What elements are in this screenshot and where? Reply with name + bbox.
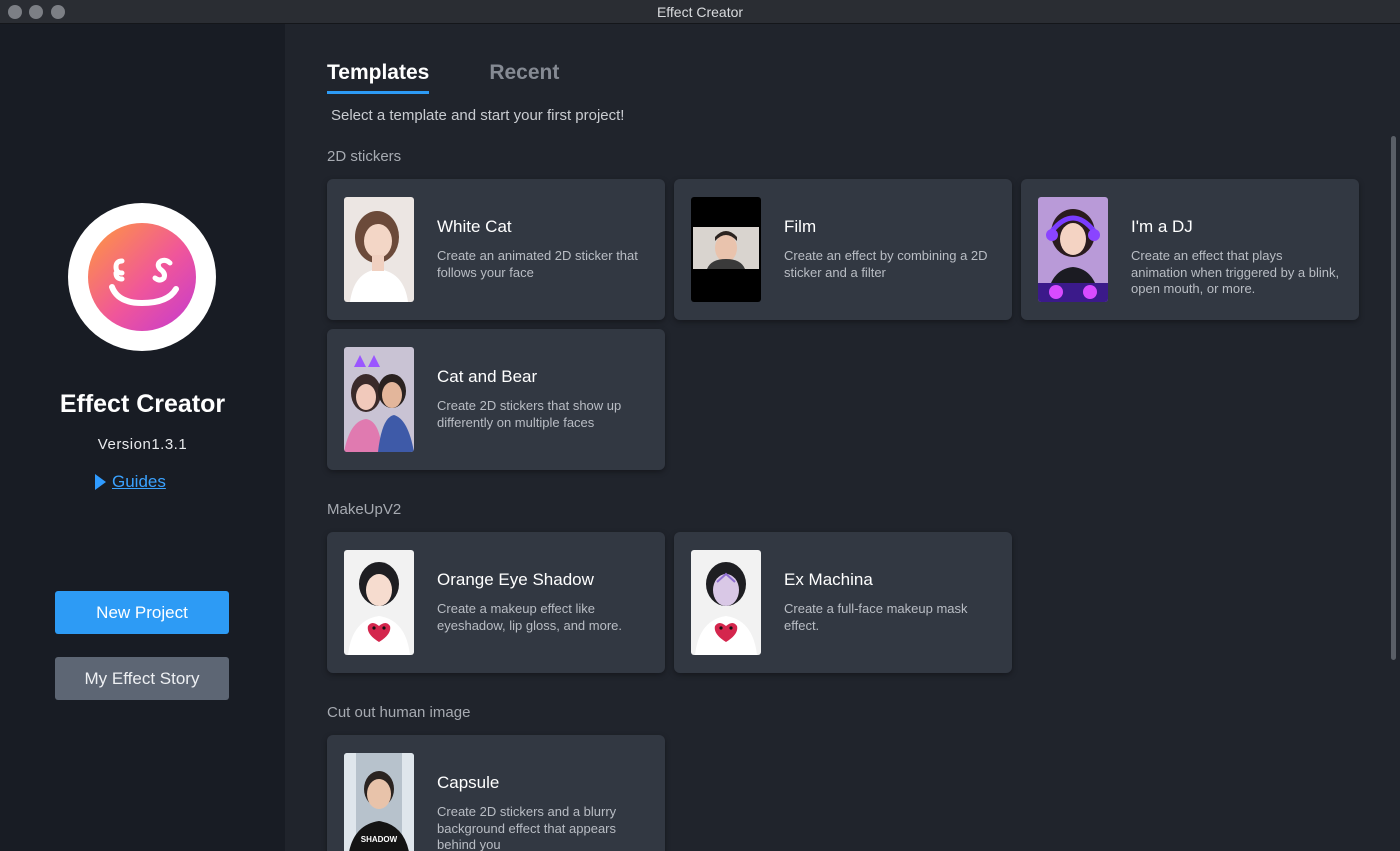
app-logo bbox=[68, 203, 216, 351]
template-title: Orange Eye Shadow bbox=[437, 570, 594, 589]
section-title-makeupv2: MakeUpV2 bbox=[327, 501, 402, 518]
template-thumbnail bbox=[344, 197, 414, 302]
template-description: Create an effect that plays animation wh… bbox=[1131, 248, 1340, 296]
template-thumbnail bbox=[1038, 197, 1108, 302]
template-card-film[interactable]: Film Create an effect by combining a 2D … bbox=[674, 179, 1012, 320]
template-thumbnail bbox=[344, 347, 414, 452]
template-thumbnail bbox=[344, 550, 414, 655]
main-scrollbar[interactable] bbox=[1391, 136, 1396, 660]
section-title-2d-stickers: 2D stickers bbox=[327, 148, 402, 165]
template-description: Create 2D stickers that show up differen… bbox=[437, 398, 622, 430]
template-card-orange-eye-shadow[interactable]: Orange Eye Shadow Create a makeup effect… bbox=[327, 532, 665, 673]
template-description: Create a makeup effect like eyeshadow, l… bbox=[437, 601, 622, 633]
template-card-white-cat[interactable]: White Cat Create an animated 2D sticker … bbox=[327, 179, 665, 320]
window-title: Effect Creator bbox=[656, 4, 744, 20]
template-thumbnail bbox=[691, 550, 761, 655]
app-name: Effect Creator bbox=[59, 390, 226, 418]
template-description: Create 2D stickers and a blurry backgrou… bbox=[437, 804, 617, 851]
template-title: Film bbox=[784, 217, 817, 236]
template-card-im-a-dj[interactable]: I'm a DJ Create an effect that plays ani… bbox=[1021, 179, 1359, 320]
template-thumbnail bbox=[691, 197, 761, 302]
guides-link[interactable]: Guides bbox=[95, 472, 166, 492]
template-description: Create a full-face makeup mask effect. bbox=[784, 601, 968, 633]
template-description: Create an effect by combining a 2D stick… bbox=[784, 248, 988, 280]
version-label: Version1.3.1 bbox=[97, 436, 188, 453]
guides-label: Guides bbox=[112, 472, 166, 491]
app-window: Effect Creator Effect Creator Version1.3… bbox=[0, 0, 1400, 851]
template-description: Create an animated 2D sticker that follo… bbox=[437, 248, 638, 280]
section-title-cut-out-human-image: Cut out human image bbox=[327, 704, 471, 721]
title-bar: Effect Creator bbox=[0, 0, 1400, 24]
tab-recent[interactable]: Recent bbox=[489, 61, 559, 94]
tab-bar: Templates Recent bbox=[327, 61, 559, 94]
shirt-text: SHADOW bbox=[361, 835, 398, 844]
template-card-cat-and-bear[interactable]: Cat and Bear Create 2D stickers that sho… bbox=[327, 329, 665, 470]
template-title: Cat and Bear bbox=[437, 367, 538, 386]
new-project-button[interactable]: New Project bbox=[55, 591, 229, 634]
tab-templates[interactable]: Templates bbox=[327, 61, 430, 94]
template-title: White Cat bbox=[437, 217, 512, 236]
page-subtitle: Select a template and start your first p… bbox=[331, 107, 625, 124]
sidebar: Effect Creator Version1.3.1 Guides New P… bbox=[0, 24, 285, 851]
my-effect-story-button[interactable]: My Effect Story bbox=[55, 657, 229, 700]
play-icon bbox=[95, 474, 106, 490]
template-card-capsule[interactable]: SHADOW Capsule Create 2D stickers and a … bbox=[327, 735, 665, 851]
main-content: Templates Recent Select a template and s… bbox=[285, 24, 1400, 851]
template-title: Ex Machina bbox=[784, 570, 873, 589]
template-title: I'm a DJ bbox=[1131, 217, 1193, 236]
template-thumbnail: SHADOW bbox=[344, 753, 414, 851]
template-card-ex-machina[interactable]: Ex Machina Create a full-face makeup mas… bbox=[674, 532, 1012, 673]
smiley-logo-icon bbox=[88, 223, 196, 331]
template-title: Capsule bbox=[437, 773, 500, 792]
